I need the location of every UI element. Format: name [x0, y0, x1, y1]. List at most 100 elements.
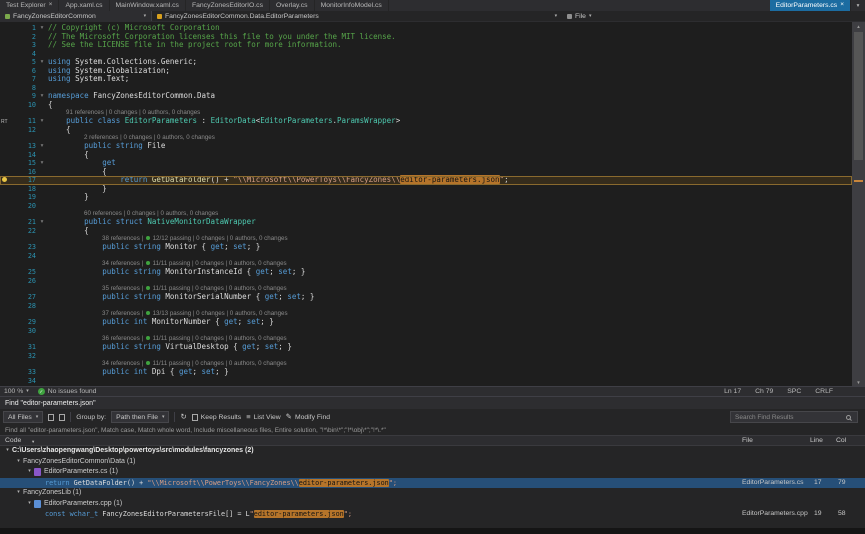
- fold-toggle[interactable]: ▾: [36, 142, 48, 151]
- search-find-results-input[interactable]: Search Find Results: [730, 411, 858, 423]
- editor-tab[interactable]: Test Explorer×: [0, 0, 59, 11]
- find-result-row[interactable]: const wchar_t FancyZonesEditorParameters…: [0, 509, 865, 520]
- code-line[interactable]: 30: [0, 327, 852, 336]
- expand-arrow[interactable]: ▾: [14, 457, 23, 468]
- column-indicator[interactable]: Ch 79: [755, 388, 773, 395]
- toolbar-separator: [70, 412, 71, 422]
- documents-icon[interactable]: [59, 414, 65, 421]
- find-tree-row[interactable]: ▾EditorParameters.cs (1): [0, 467, 865, 478]
- find-panel-title[interactable]: Find "editor-parameters.json": [0, 397, 865, 409]
- line-ending-indicator[interactable]: CRLF: [815, 388, 833, 395]
- code-line[interactable]: 27 public string MonitorSerialNumber { g…: [0, 293, 852, 302]
- scrollbar-thumb[interactable]: [854, 32, 863, 160]
- column-code[interactable]: Code: [5, 437, 21, 444]
- editor-tab[interactable]: MonitorInfoModel.cs: [315, 0, 389, 11]
- editor-margin: [0, 33, 10, 42]
- expand-arrow[interactable]: ▾: [25, 467, 34, 478]
- code-line[interactable]: 32: [0, 352, 852, 361]
- code-line[interactable]: 14 {: [0, 151, 852, 160]
- editor-tab[interactable]: MainWindow.xaml.cs: [110, 0, 186, 11]
- code-line[interactable]: 29 public int MonitorNumber { get; set; …: [0, 318, 852, 327]
- code-line[interactable]: 7using System.Text;: [0, 75, 852, 84]
- fold-toggle[interactable]: ▾: [36, 218, 48, 227]
- fold-toggle[interactable]: ▾: [36, 24, 48, 33]
- tab-overflow-button[interactable]: ▾: [851, 0, 865, 11]
- find-tree-row[interactable]: ▾EditorParameters.cpp (1): [0, 499, 865, 510]
- code-line[interactable]: 28: [0, 302, 852, 311]
- close-icon[interactable]: ×: [49, 2, 53, 9]
- code-line[interactable]: 31 public string VirtualDesktop { get; s…: [0, 343, 852, 352]
- expand-arrow[interactable]: ▾: [14, 488, 23, 499]
- close-icon[interactable]: ×: [840, 2, 844, 9]
- code-line[interactable]: 3// See the LICENSE file in the project …: [0, 41, 852, 50]
- find-result-row[interactable]: return GetDataFolder() + "\\Microsoft\\P…: [0, 478, 865, 489]
- fold-toggle[interactable]: ▾: [36, 159, 48, 168]
- zoom-control[interactable]: 100 % ▾: [4, 388, 29, 395]
- editor-tab[interactable]: Overlay.cs: [270, 0, 315, 11]
- code-line[interactable]: 15▾ get: [0, 159, 852, 168]
- tab-label: App.xaml.cs: [65, 2, 102, 9]
- column-line[interactable]: Line: [810, 437, 823, 444]
- lightbulb-icon[interactable]: [2, 177, 7, 182]
- code-editor[interactable]: 1▾// Copyright (c) Microsoft Corporation…: [0, 22, 852, 386]
- column-file[interactable]: File: [742, 437, 753, 444]
- member-dropdown[interactable]: File ▾: [562, 11, 865, 21]
- editor-tab[interactable]: FancyZonesEditorIO.cs: [186, 0, 270, 11]
- editor-margin: [0, 310, 10, 318]
- modify-find-button[interactable]: ✎ Modify Find: [286, 413, 330, 421]
- scope-dropdown[interactable]: All Files ▾: [3, 411, 43, 423]
- scroll-up-icon[interactable]: ▲: [852, 22, 865, 30]
- issues-indicator[interactable]: ✓ No issues found: [38, 388, 97, 395]
- chevron-down-icon[interactable]: ▾: [32, 439, 34, 445]
- code-line[interactable]: 22 {: [0, 227, 852, 236]
- code-line[interactable]: 25 public string MonitorInstanceId { get…: [0, 268, 852, 277]
- code-line[interactable]: 12 {: [0, 126, 852, 135]
- code-line[interactable]: RT11▾ public class EditorParameters : Ed…: [0, 117, 852, 126]
- expand-arrow[interactable]: ▾: [3, 446, 12, 457]
- fold-toggle: [36, 84, 48, 93]
- code-line[interactable]: 34: [0, 377, 852, 386]
- fold-toggle[interactable]: ▾: [36, 92, 48, 101]
- line-indicator[interactable]: Ln 17: [724, 388, 741, 395]
- tab-editorparameters-cs[interactable]: EditorParameters.cs ×: [770, 0, 851, 11]
- find-tree-row[interactable]: ▾FancyZonesLib (1): [0, 488, 865, 499]
- document-icon[interactable]: [48, 414, 54, 421]
- fold-toggle[interactable]: ▾: [36, 58, 48, 67]
- list-view-button[interactable]: ≡ List View: [246, 413, 280, 421]
- editor-margin: [0, 58, 10, 67]
- refresh-icon[interactable]: ↻: [180, 413, 186, 421]
- editor-margin: [0, 75, 10, 84]
- find-tree-row[interactable]: ▾FancyZonesEditorCommon\Data (1): [0, 457, 865, 468]
- column-col[interactable]: Col: [836, 437, 846, 444]
- code-line[interactable]: 13▾ public string File: [0, 142, 852, 151]
- editor-scrollbar[interactable]: ▲ ▼: [852, 22, 865, 386]
- group-by-dropdown[interactable]: Path then File ▾: [111, 411, 169, 423]
- code-line[interactable]: 20: [0, 202, 852, 211]
- line-number: 20: [10, 202, 36, 211]
- code-line[interactable]: 21▾ public struct NativeMonitorDataWrapp…: [0, 218, 852, 227]
- code-line[interactable]: 10{: [0, 101, 852, 110]
- code-line[interactable]: 19 }: [0, 193, 852, 202]
- code-line[interactable]: 33 public int Dpi { get; set; }: [0, 368, 852, 377]
- scroll-down-icon[interactable]: ▼: [852, 378, 865, 386]
- code-line[interactable]: 24: [0, 252, 852, 261]
- code-line[interactable]: 23 public string Monitor { get; set; }: [0, 243, 852, 252]
- code-line[interactable]: 17 return GetDataFolder() + "\\Microsoft…: [0, 176, 852, 185]
- project-dropdown[interactable]: FancyZonesEditorCommon ▾: [0, 11, 152, 21]
- fold-toggle: [36, 327, 48, 336]
- fold-toggle[interactable]: ▾: [36, 117, 48, 126]
- code-token: ;: [504, 175, 509, 184]
- expand-arrow[interactable]: ▾: [25, 499, 34, 510]
- type-dropdown[interactable]: FancyZonesEditorCommon.Data.EditorParame…: [152, 11, 562, 21]
- fold-column: [36, 260, 48, 268]
- editor-margin: [0, 368, 10, 377]
- keep-results-button[interactable]: Keep Results: [192, 414, 241, 421]
- editor-tab[interactable]: App.xaml.cs: [59, 0, 109, 11]
- spaces-indicator[interactable]: SPC: [787, 388, 801, 395]
- code-line[interactable]: 9▾namespace FancyZonesEditorCommon.Data: [0, 92, 852, 101]
- code-line[interactable]: 18 }: [0, 185, 852, 194]
- code-token: Monitor {: [161, 242, 211, 251]
- find-tree-row[interactable]: ▾C:\Users\zhaopengwang\Desktop\powertoys…: [0, 446, 865, 457]
- code-line[interactable]: 26: [0, 277, 852, 286]
- code-token: get: [265, 292, 279, 301]
